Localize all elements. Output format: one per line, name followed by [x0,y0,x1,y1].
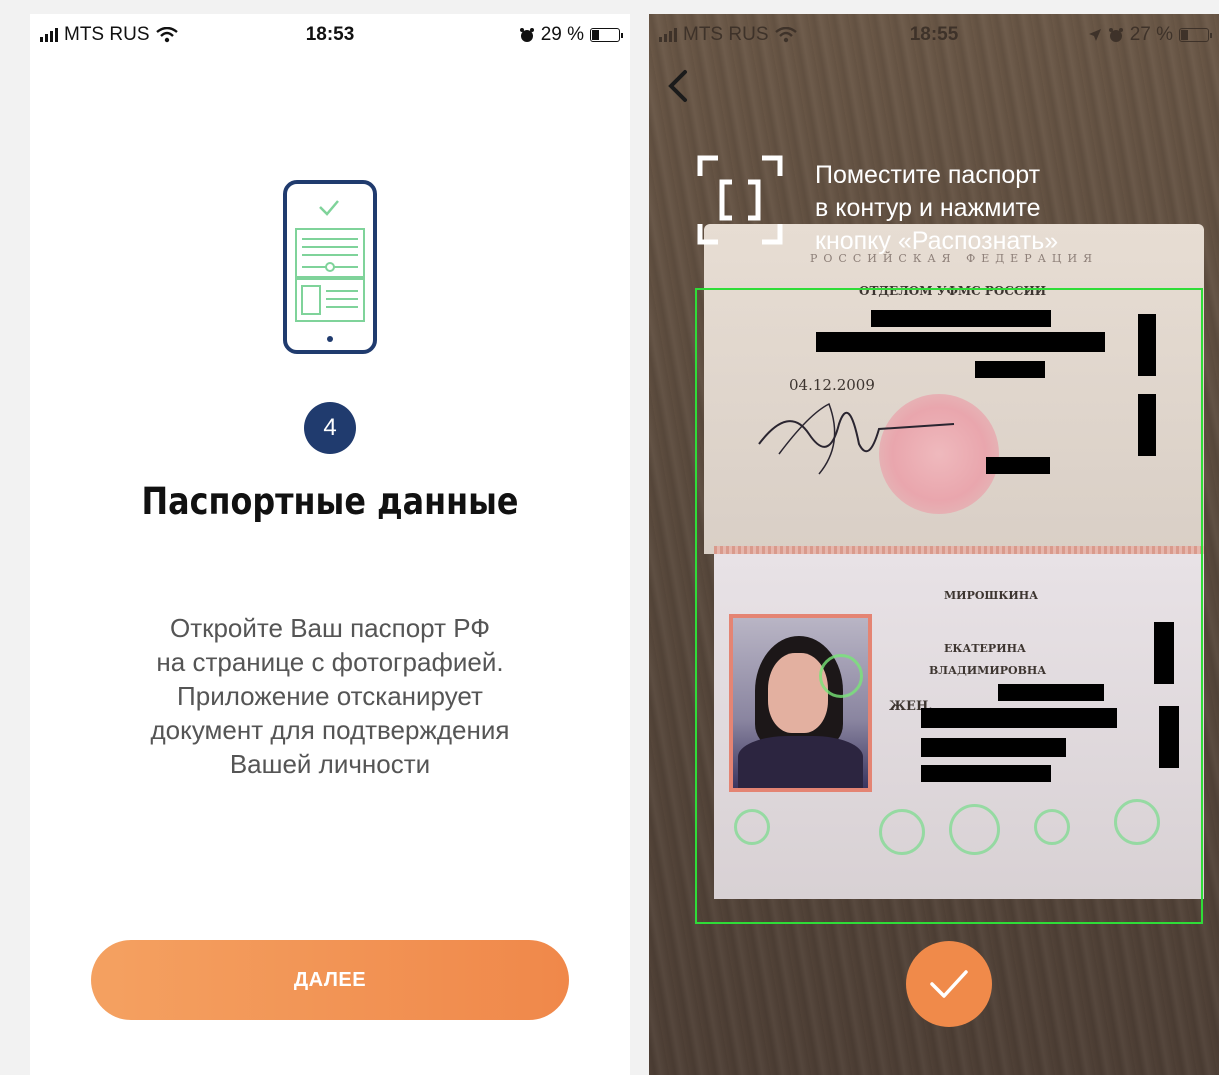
hint-line: Поместите паспорт [815,161,1041,189]
phone-document-illustration [283,180,377,354]
location-icon [1088,29,1101,41]
hint-line: в контур и нажмите [815,194,1041,222]
instruction-line: на странице с фотографией. [156,647,504,677]
instruction-line: Откройте Ваш паспорт РФ [169,613,491,643]
instruction-line: Приложение отсканирует [177,681,483,711]
battery-icon [590,28,623,42]
back-arrow-icon[interactable] [663,66,693,106]
recognize-button[interactable] [906,941,992,1027]
hint-line: кнопку «Распознать» [815,227,1059,255]
status-right: 29 % [519,24,623,46]
status-bar: MTS RUS 18:53 29 % [30,14,630,56]
battery-icon [1179,28,1212,42]
instruction-line: Вашей личности [229,749,431,779]
step-number-badge: 4 [304,402,356,454]
battery-percent: 29 % [540,24,584,45]
instruction-text: Откройте Ваш паспорт РФ на странице с фо… [90,611,570,781]
battery-percent: 27 % [1129,24,1173,45]
alarm-icon [519,28,534,42]
scan-hint-text: Поместите паспорт в контур и нажмите кно… [815,159,1115,258]
scan-frame-outline [695,288,1203,924]
instruction-line: документ для подтверждения [150,715,510,745]
check-icon [930,970,968,998]
page-title: Паспортные данные [141,480,519,523]
passport-scan-screen: MTS RUS 18:55 27 % РОССИЙСКАЯ ФЕДЕРАЦИЯ … [649,14,1219,1075]
next-button[interactable]: ДАЛЕЕ [91,940,569,1020]
scan-frame-icon [697,155,783,245]
onboarding-screen: MTS RUS 18:53 29 % 4 Паспортные данные О… [30,14,630,1075]
alarm-icon [1108,28,1123,42]
status-bar: MTS RUS 18:55 27 % [649,14,1219,56]
status-right: 27 % [1088,24,1212,46]
